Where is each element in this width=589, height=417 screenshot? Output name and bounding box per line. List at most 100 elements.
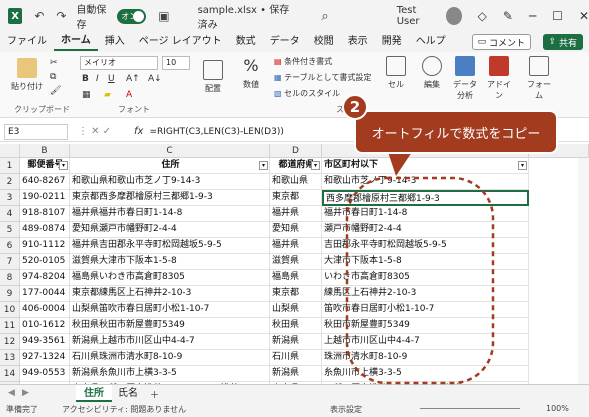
zoom-slider[interactable] bbox=[420, 408, 520, 409]
data-analysis-button[interactable]: データ分析 bbox=[452, 56, 478, 101]
header-cell[interactable]: 都道府県 ▾ bbox=[270, 158, 322, 174]
paste-button[interactable]: 貼り付け bbox=[10, 58, 44, 92]
column-header-d[interactable]: D bbox=[270, 144, 322, 158]
table-cell[interactable]: 滋賀県大津市下阪本1-5-8 bbox=[70, 254, 270, 270]
document-title[interactable]: sample.xlsx • 保存済み bbox=[198, 1, 298, 31]
table-cell[interactable]: 東京都西多摩郡檜原村三都郷1-9-3 bbox=[70, 190, 270, 206]
row-header[interactable]: 4 bbox=[0, 206, 20, 222]
table-cell[interactable]: 福井県吉田郡永平寺町松岡越坂5-9-5 bbox=[70, 238, 270, 254]
save-icon[interactable]: ▣ bbox=[158, 9, 169, 23]
table-cell[interactable]: 和歌山県和歌山市芝ノ丁9-14-3 bbox=[70, 174, 270, 190]
row-header[interactable]: 11 bbox=[0, 318, 20, 334]
row-header[interactable]: 8 bbox=[0, 270, 20, 286]
font-grow-icon[interactable]: A↑ bbox=[126, 74, 140, 84]
table-cell[interactable]: 949-0553 bbox=[20, 366, 70, 382]
border-icon[interactable]: ▦ bbox=[82, 90, 91, 100]
sheet-tab-address[interactable]: 住所 bbox=[76, 385, 112, 402]
table-cell[interactable]: 石川県 bbox=[270, 350, 322, 366]
next-sheet-icon[interactable]: ▶ bbox=[22, 388, 29, 398]
table-cell[interactable]: 010-1612 bbox=[20, 318, 70, 334]
add-sheet-icon[interactable]: ＋ bbox=[150, 388, 159, 401]
table-cell[interactable]: 福井県 bbox=[270, 206, 322, 222]
table-cell[interactable]: 糸魚川市上横3-3-5 bbox=[322, 366, 529, 382]
filter-dropdown-icon[interactable]: ▾ bbox=[518, 161, 527, 170]
table-cell[interactable]: 上越市市川区山中4-4-7 bbox=[322, 334, 529, 350]
addin-button[interactable]: アドイン bbox=[486, 56, 512, 101]
tab-formulas[interactable]: 数式 bbox=[229, 32, 263, 52]
share-button[interactable]: ⇪ 共有 bbox=[542, 34, 583, 50]
table-cell[interactable]: 520-0105 bbox=[20, 254, 70, 270]
fx-icon[interactable]: fx bbox=[134, 126, 143, 137]
table-cell[interactable]: 山梨県笛吹市春日居町小松1-10-7 bbox=[70, 302, 270, 318]
tab-view[interactable]: 表示 bbox=[341, 32, 375, 52]
maximize-icon[interactable]: ☐ bbox=[552, 9, 563, 23]
table-cell[interactable]: 新潟県 bbox=[270, 334, 322, 350]
table-cell[interactable]: 190-0211 bbox=[20, 190, 70, 206]
table-cell[interactable]: 福井県 bbox=[270, 238, 322, 254]
autosave-toggle[interactable]: オン bbox=[117, 8, 147, 24]
table-cell[interactable]: 918-8107 bbox=[20, 206, 70, 222]
table-cell[interactable]: 秋田市新屋豊町5349 bbox=[322, 318, 529, 334]
table-cell[interactable]: 910-1112 bbox=[20, 238, 70, 254]
table-cell[interactable]: 福井県福井市春日町1-14-8 bbox=[70, 206, 270, 222]
header-cell[interactable]: 郵便番号 ▾ bbox=[20, 158, 70, 174]
table-cell[interactable]: 秋田県秋田市新屋豊町5349 bbox=[70, 318, 270, 334]
table-cell[interactable]: 406-0004 bbox=[20, 302, 70, 318]
table-cell[interactable]: 640-8267 bbox=[20, 174, 70, 190]
tab-page-layout[interactable]: ページ レイアウト bbox=[132, 32, 229, 52]
tab-review[interactable]: 校閲 bbox=[307, 32, 341, 52]
pen-icon[interactable]: ✎ bbox=[503, 9, 513, 23]
table-cell[interactable]: 489-0874 bbox=[20, 222, 70, 238]
table-cell[interactable]: 新潟県 bbox=[270, 366, 322, 382]
row-header[interactable]: 1 bbox=[0, 158, 20, 174]
table-cell[interactable]: 珠洲市清水町8-10-9 bbox=[322, 350, 529, 366]
table-cell[interactable]: 大津市下阪本1-5-8 bbox=[322, 254, 529, 270]
tab-insert[interactable]: 挿入 bbox=[98, 32, 132, 52]
avatar[interactable] bbox=[445, 7, 462, 25]
table-cell[interactable]: 東京都 bbox=[270, 286, 322, 302]
select-all-corner[interactable] bbox=[0, 144, 20, 158]
table-cell[interactable]: 949-3561 bbox=[20, 334, 70, 350]
table-cell[interactable]: 山梨県 bbox=[270, 302, 322, 318]
search-icon[interactable]: ⌕ bbox=[321, 9, 328, 24]
table-cell[interactable]: 新潟県糸魚川市上横3-3-5 bbox=[70, 366, 270, 382]
table-cell[interactable]: 愛知県瀬戸市幡野町2-4-4 bbox=[70, 222, 270, 238]
number-format-button[interactable]: % 数値 bbox=[236, 56, 266, 90]
display-settings[interactable]: 表示設定 bbox=[330, 404, 362, 415]
row-header[interactable]: 2 bbox=[0, 174, 20, 190]
tab-home[interactable]: ホーム bbox=[54, 33, 98, 51]
redo-icon[interactable]: ↷ bbox=[56, 9, 66, 23]
row-header[interactable]: 14 bbox=[0, 366, 20, 382]
prev-sheet-icon[interactable]: ◀ bbox=[8, 388, 15, 398]
accessibility-status[interactable]: アクセシビリティ: 問題ありません bbox=[62, 404, 186, 415]
copy-icon[interactable]: ⧉ bbox=[50, 72, 56, 82]
comment-button[interactable]: ▭ コメント bbox=[471, 34, 531, 50]
font-name-select[interactable]: メイリオ bbox=[80, 56, 158, 70]
row-header[interactable]: 13 bbox=[0, 350, 20, 366]
diamond-icon[interactable]: ◇ bbox=[478, 9, 487, 23]
table-cell[interactable]: 石川県珠洲市清水町8-10-9 bbox=[70, 350, 270, 366]
table-cell[interactable]: 吉田郡永平寺町松岡越坂5-9-5 bbox=[322, 238, 529, 254]
table-cell[interactable]: 東京都 bbox=[270, 190, 322, 206]
cut-icon[interactable]: ✂ bbox=[50, 58, 58, 68]
formula-input[interactable]: =RIGHT(C3,LEN(C3)-LEN(D3)) bbox=[149, 127, 283, 137]
table-cell[interactable]: 和歌山県 bbox=[270, 174, 322, 190]
format-painter-icon[interactable]: 🖌 bbox=[50, 86, 61, 96]
font-size-select[interactable]: 10 bbox=[162, 56, 190, 70]
vertical-scrollbar[interactable] bbox=[578, 158, 589, 384]
column-header-c[interactable]: C bbox=[70, 144, 270, 158]
name-box[interactable]: E3 bbox=[4, 123, 68, 140]
fill-color-icon[interactable]: ▰ bbox=[104, 90, 111, 100]
row-header[interactable]: 9 bbox=[0, 286, 20, 302]
zoom-level[interactable]: 100% bbox=[546, 404, 569, 413]
table-cell[interactable]: 177-0044 bbox=[20, 286, 70, 302]
italic-icon[interactable]: I bbox=[96, 74, 99, 84]
table-cell[interactable]: 笛吹市春日居町小松1-10-7 bbox=[322, 302, 529, 318]
undo-icon[interactable]: ↶ bbox=[34, 9, 44, 23]
tab-help[interactable]: ヘルプ bbox=[409, 32, 453, 52]
row-header[interactable]: 10 bbox=[0, 302, 20, 318]
table-cell[interactable]: 福島県いわき市高倉町8305 bbox=[70, 270, 270, 286]
font-color-icon[interactable]: A bbox=[126, 90, 132, 100]
row-header[interactable]: 6 bbox=[0, 238, 20, 254]
table-cell[interactable]: 愛知県 bbox=[270, 222, 322, 238]
